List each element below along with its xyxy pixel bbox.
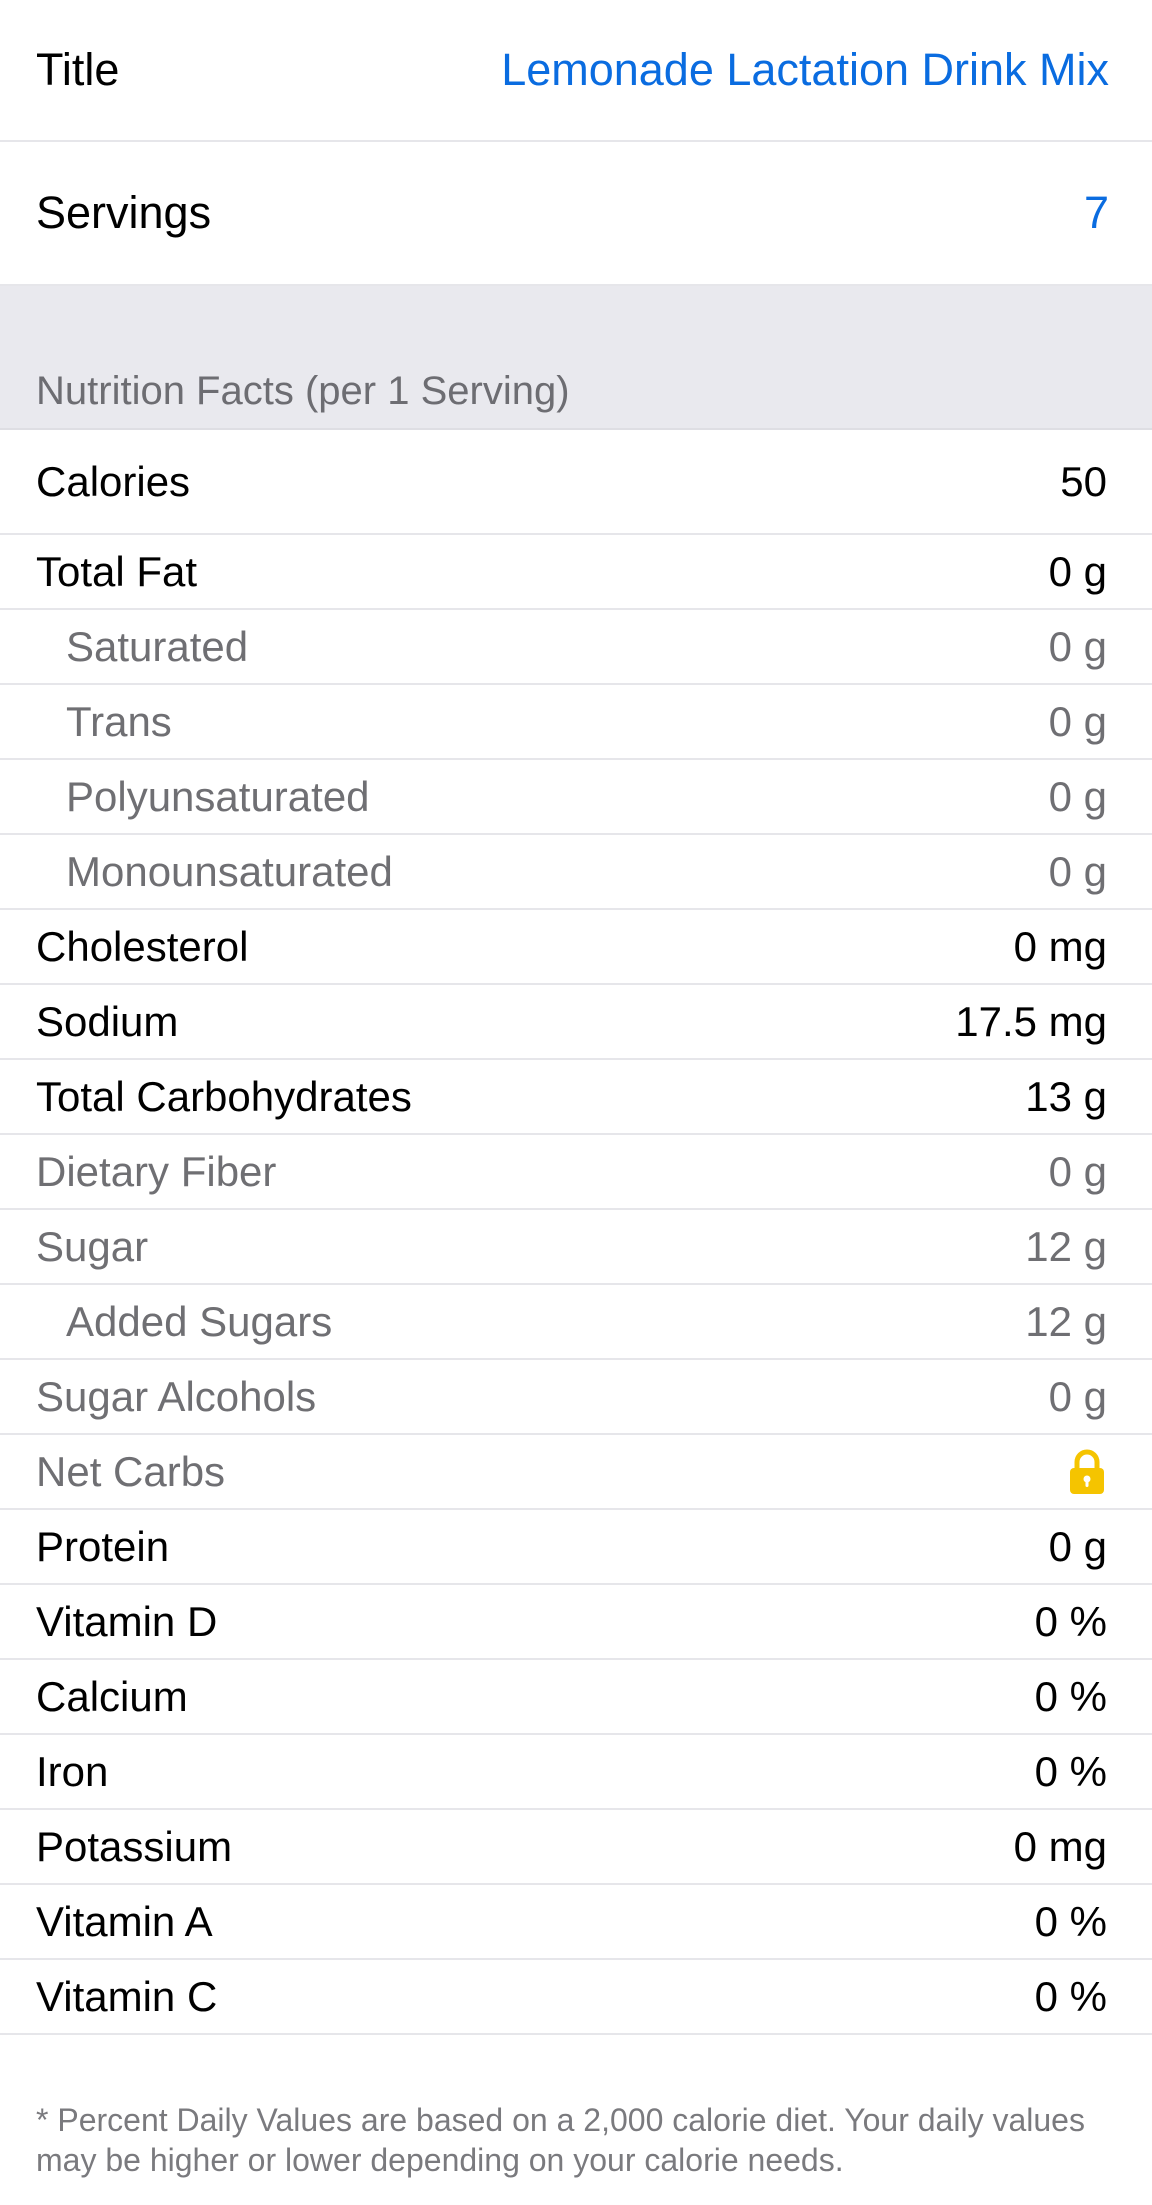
nutrient-value: 50	[1060, 457, 1107, 505]
nutrient-label: Potassium	[36, 1822, 233, 1870]
nutrient-row-potassium: Potassium 0 mg	[0, 1810, 1152, 1885]
nutrient-row-dietary-fiber: Dietary Fiber 0 g	[0, 1135, 1152, 1210]
nutrient-label: Net Carbs	[36, 1447, 226, 1495]
nutrient-row-total-fat: Total Fat 0 g	[0, 535, 1152, 610]
nutrient-row-total-carbohydrates: Total Carbohydrates 13 g	[0, 1060, 1152, 1135]
nutrient-value: 0 mg	[1013, 922, 1107, 970]
nutrient-row-calcium: Calcium 0 %	[0, 1660, 1152, 1735]
servings-label: Servings	[36, 187, 212, 238]
nutrient-value: 0 %	[1034, 1897, 1107, 1945]
nutrient-label: Polyunsaturated	[66, 772, 370, 820]
section-title: Nutrition Facts (per 1 Serving)	[36, 369, 570, 413]
nutrient-row-polyunsaturated: Polyunsaturated 0 g	[0, 760, 1152, 835]
lock-icon[interactable]	[1067, 1449, 1107, 1495]
nutrient-row-calories: Calories 50	[0, 430, 1152, 535]
nutrient-row-monounsaturated: Monounsaturated 0 g	[0, 835, 1152, 910]
title-label: Title	[36, 44, 120, 95]
nutrient-label: Cholesterol	[36, 922, 249, 970]
nutrient-value: 12 g	[1025, 1222, 1107, 1270]
recipe-nutrition-page: Title Lemonade Lactation Drink Mix Servi…	[0, 0, 1152, 2205]
nutrient-label: Sugar Alcohols	[36, 1372, 317, 1420]
nutrient-row-vitamin-d: Vitamin D 0 %	[0, 1585, 1152, 1660]
nutrient-row-net-carbs[interactable]: Net Carbs	[0, 1435, 1152, 1510]
nutrient-label: Dietary Fiber	[36, 1147, 277, 1195]
nutrient-value: 0 %	[1034, 1597, 1107, 1645]
nutrient-row-cholesterol: Cholesterol 0 mg	[0, 910, 1152, 985]
nutrient-value: 0 %	[1034, 1672, 1107, 1720]
nutrient-value: 0 g	[1048, 622, 1107, 670]
nutrient-label: Sodium	[36, 997, 179, 1045]
nutrient-value: 0 g	[1048, 847, 1107, 895]
nutrient-row-trans: Trans 0 g	[0, 685, 1152, 760]
nutrient-row-vitamin-a: Vitamin A 0 %	[0, 1885, 1152, 1960]
nutrient-row-sodium: Sodium 17.5 mg	[0, 985, 1152, 1060]
nutrient-value: 0 %	[1034, 1972, 1107, 2020]
nutrient-label: Sugar	[36, 1222, 149, 1270]
nutrient-value: 13 g	[1025, 1072, 1107, 1120]
nutrient-row-protein: Protein 0 g	[0, 1510, 1152, 1585]
nutrient-value: 0 g	[1048, 1522, 1107, 1570]
nutrient-label: Protein	[36, 1522, 170, 1570]
nutrient-label: Vitamin A	[36, 1897, 213, 1945]
nutrient-label: Total Fat	[36, 547, 198, 595]
nutrient-value: 0 g	[1048, 1147, 1107, 1195]
nutrient-label: Calcium	[36, 1672, 188, 1720]
nutrient-value: 0 %	[1034, 1747, 1107, 1795]
nutrient-value: 12 g	[1025, 1297, 1107, 1345]
title-row[interactable]: Title Lemonade Lactation Drink Mix	[0, 0, 1152, 142]
nutrient-label: Trans	[66, 697, 172, 745]
nutrient-label: Vitamin D	[36, 1597, 218, 1645]
nutrient-value: 0 mg	[1013, 1822, 1107, 1870]
nutrient-label: Total Carbohydrates	[36, 1072, 412, 1120]
servings-value[interactable]: 7	[1084, 187, 1109, 239]
nutrition-list: Calories 50 Total Fat 0 g Saturated 0 g …	[0, 430, 1152, 2035]
nutrient-value: 0 g	[1048, 547, 1107, 595]
nutrient-label: Vitamin C	[36, 1972, 218, 2020]
nutrient-label: Added Sugars	[66, 1297, 333, 1345]
daily-values-footnote: * Percent Daily Values are based on a 2,…	[36, 2102, 1085, 2178]
nutrient-value: 0 g	[1048, 772, 1107, 820]
nutrient-value: 17.5 mg	[955, 997, 1107, 1045]
nutrient-label: Monounsaturated	[66, 847, 393, 895]
nutrient-row-added-sugars: Added Sugars 12 g	[0, 1285, 1152, 1360]
nutrient-label: Saturated	[66, 622, 249, 670]
title-value[interactable]: Lemonade Lactation Drink Mix	[501, 44, 1109, 96]
nutrient-value: 0 g	[1048, 697, 1107, 745]
nutrient-label: Calories	[36, 457, 191, 505]
nutrition-section-header: Nutrition Facts (per 1 Serving)	[0, 286, 1152, 430]
servings-row[interactable]: Servings 7	[0, 142, 1152, 286]
nutrient-row-iron: Iron 0 %	[0, 1735, 1152, 1810]
nutrient-value: 0 g	[1048, 1372, 1107, 1420]
nutrient-row-sugar-alcohols: Sugar Alcohols 0 g	[0, 1360, 1152, 1435]
nutrient-row-saturated: Saturated 0 g	[0, 610, 1152, 685]
nutrient-label: Iron	[36, 1747, 109, 1795]
nutrient-row-sugar: Sugar 12 g	[0, 1210, 1152, 1285]
nutrient-row-vitamin-c: Vitamin C 0 %	[0, 1960, 1152, 2035]
